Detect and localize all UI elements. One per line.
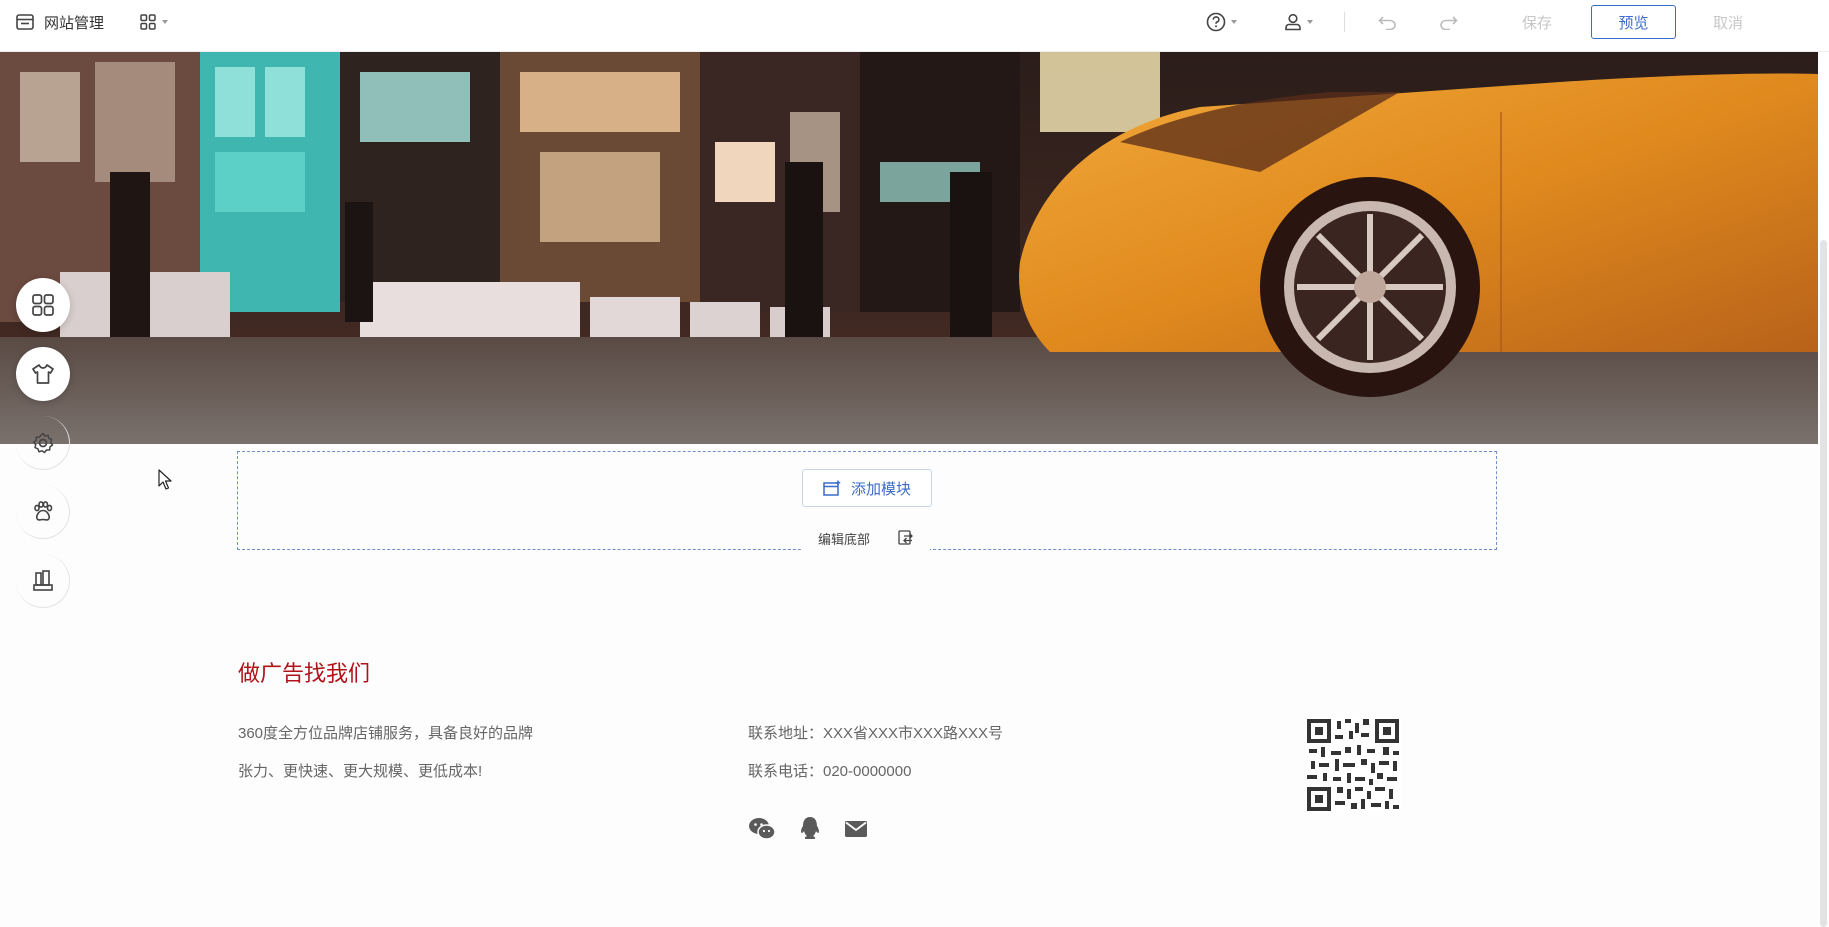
add-module-button[interactable]: 添加模块 [802, 469, 932, 507]
building-icon [32, 569, 53, 591]
chevron-down-icon [1231, 20, 1237, 24]
footer-social-links [748, 816, 868, 842]
cancel-button[interactable]: 取消 [1713, 0, 1743, 44]
add-module-label: 添加模块 [850, 480, 911, 498]
help-icon [1206, 12, 1226, 32]
shirt-icon [32, 364, 54, 384]
toolbar-divider [1344, 12, 1345, 32]
apps-grid-icon [32, 294, 54, 316]
wechat-icon[interactable] [748, 817, 776, 841]
apps-menu[interactable] [140, 0, 168, 44]
dock-theme-button[interactable] [16, 347, 70, 401]
switch-footer-icon[interactable] [898, 530, 914, 546]
chevron-down-icon [1307, 20, 1313, 24]
user-menu[interactable] [1284, 0, 1313, 44]
edit-footer-bar: 编辑底部 [802, 524, 930, 552]
dock-building-button[interactable] [16, 554, 70, 608]
edit-footer-link[interactable]: 编辑底部 [818, 529, 870, 548]
qr-code [1305, 717, 1401, 813]
page-scrollbar-thumb[interactable] [1820, 240, 1827, 927]
redo-button[interactable] [1438, 0, 1458, 44]
paw-icon [33, 500, 52, 521]
add-module-icon [823, 480, 841, 496]
hero-banner-image[interactable] [0, 52, 1818, 444]
save-button[interactable]: 保存 [1522, 0, 1552, 44]
street-taxi-photo [0, 52, 1818, 444]
gear-icon [32, 432, 53, 453]
chevron-down-icon [162, 20, 168, 24]
footer-description-line-1: 360度全方位品牌店铺服务，具备良好的品牌 [238, 725, 534, 742]
site-management-label: 网站管理 [44, 14, 105, 32]
dock-settings-button[interactable] [16, 416, 70, 470]
dock-paw-button[interactable] [16, 485, 70, 539]
undo-icon [1378, 16, 1396, 30]
top-toolbar: 网站管理 保存 预览 取消 [0, 0, 1829, 52]
undo-button[interactable] [1378, 0, 1398, 44]
qq-icon[interactable] [798, 816, 822, 842]
mouse-cursor-icon [158, 469, 172, 490]
help-menu[interactable] [1206, 0, 1237, 44]
footer-phone: 联系电话：020-0000000 [748, 763, 912, 780]
mail-icon[interactable] [844, 819, 868, 839]
redo-icon [1440, 16, 1458, 30]
footer-address: 联系地址：XXX省XXX市XXX路XXX号 [748, 725, 1004, 742]
dock-apps-button[interactable] [16, 278, 70, 332]
user-icon [1285, 13, 1301, 31]
footer-description-line-2: 张力、更快速、更大规模、更低成本! [238, 763, 483, 780]
site-management-button[interactable]: 网站管理 [16, 0, 104, 44]
footer-title: 做广告找我们 [238, 661, 371, 686]
site-admin-icon [16, 14, 34, 30]
apps-grid-icon [140, 14, 156, 30]
preview-button[interactable]: 预览 [1591, 5, 1676, 39]
